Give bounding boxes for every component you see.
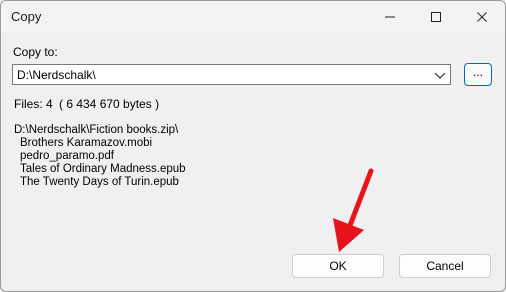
ok-button[interactable]: OK — [292, 254, 384, 278]
list-item: The Twenty Days of Turin.epub — [20, 176, 179, 188]
minimize-button[interactable] — [367, 1, 413, 33]
chevron-down-icon[interactable] — [432, 67, 448, 83]
red-arrow-annotation — [333, 168, 374, 252]
files-bytes: ( 6 434 670 bytes ) — [59, 97, 160, 111]
destination-value: D:\Nerdschalk\ — [17, 68, 96, 82]
destination-combobox[interactable]: D:\Nerdschalk\ — [12, 64, 451, 85]
title-bar: Copy — [1, 1, 505, 33]
maximize-icon — [431, 12, 441, 22]
list-item: Brothers Karamazov.mobi — [20, 137, 153, 149]
minimize-icon — [385, 16, 395, 18]
copy-to-label: Copy to: — [13, 45, 58, 59]
source-file-list: D:\Nerdschalk\Fiction books.zip\ Brother… — [14, 124, 186, 189]
maximize-button[interactable] — [413, 1, 459, 33]
close-icon — [477, 12, 487, 22]
files-count: Files: 4 — [14, 97, 53, 111]
copy-dialog: Copy Copy to: D:\Nerdschalk\ ... Files: … — [0, 0, 506, 292]
archive-path: D:\Nerdschalk\Fiction books.zip\ — [14, 124, 179, 136]
close-button[interactable] — [459, 1, 505, 33]
browse-button[interactable]: ... — [464, 63, 492, 86]
list-item: pedro_paramo.pdf — [20, 150, 114, 162]
cancel-button[interactable]: Cancel — [399, 254, 491, 278]
list-item: Tales of Ordinary Madness.epub — [20, 163, 186, 175]
window-title: Copy — [11, 9, 42, 24]
